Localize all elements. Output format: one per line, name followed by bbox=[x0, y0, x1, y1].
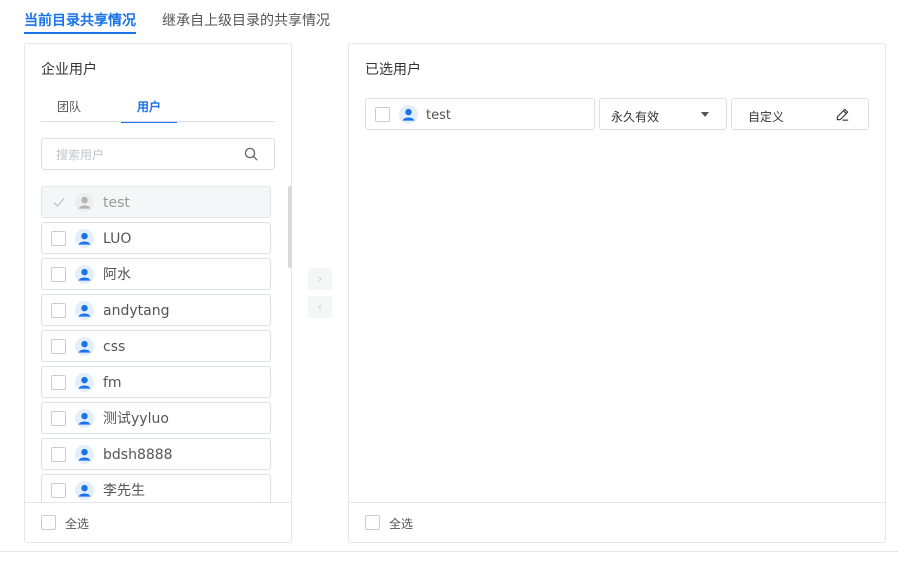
user-name: bdsh8888 bbox=[103, 447, 173, 463]
user-name: 测试yyluo bbox=[103, 411, 169, 427]
user-avatar-icon bbox=[75, 265, 94, 284]
chevron-right-icon: › bbox=[317, 271, 323, 287]
permission-field[interactable]: 自定义 bbox=[731, 98, 869, 130]
panel-title: 已选用户 bbox=[365, 62, 421, 78]
panel-footer: 全选 bbox=[25, 502, 291, 542]
user-name: LUO bbox=[103, 231, 132, 247]
caret-down-icon bbox=[701, 112, 709, 117]
user-avatar-icon bbox=[75, 229, 94, 248]
user-checkbox[interactable] bbox=[51, 303, 66, 318]
permission-value: 自定义 bbox=[748, 110, 785, 124]
user-avatar-icon bbox=[75, 301, 94, 320]
user-name: test bbox=[103, 195, 130, 211]
user-checkbox[interactable] bbox=[51, 339, 66, 354]
user-name: test bbox=[426, 108, 451, 123]
selected-user-checkbox[interactable] bbox=[375, 107, 390, 122]
search-box bbox=[41, 138, 275, 170]
list-item[interactable]: bdsh8888 bbox=[41, 438, 271, 470]
user-checkbox[interactable] bbox=[51, 411, 66, 426]
selected-user-row: test 永久有效 自定义 bbox=[365, 98, 869, 130]
move-left-button[interactable]: ‹ bbox=[308, 296, 332, 318]
user-name: andytang bbox=[103, 303, 170, 319]
list-item[interactable]: 李先生 bbox=[41, 474, 271, 502]
edit-icon[interactable] bbox=[835, 107, 850, 122]
tab-user[interactable]: 用户 bbox=[121, 98, 177, 123]
move-right-button[interactable]: › bbox=[308, 268, 332, 290]
user-avatar-icon bbox=[75, 409, 94, 428]
selected-users-panel: 已选用户 test 永久有效 自定义 全选 bbox=[348, 43, 886, 543]
select-all-label: 全选 bbox=[65, 517, 90, 531]
tab-team[interactable]: 团队 bbox=[41, 98, 97, 122]
check-icon bbox=[53, 198, 65, 207]
user-name: 李先生 bbox=[103, 483, 145, 499]
list-item[interactable]: andytang bbox=[41, 294, 271, 326]
list-item: test bbox=[41, 186, 271, 218]
list-item[interactable]: LUO bbox=[41, 222, 271, 254]
user-checkbox[interactable] bbox=[51, 231, 66, 246]
enterprise-users-panel: 企业用户 团队 用户 test bbox=[24, 43, 292, 543]
divider bbox=[0, 551, 898, 552]
search-input[interactable] bbox=[56, 146, 236, 164]
user-name: css bbox=[103, 339, 126, 355]
select-all-checkbox[interactable] bbox=[365, 515, 380, 530]
panel-title: 企业用户 bbox=[41, 62, 97, 78]
user-checkbox[interactable] bbox=[51, 375, 66, 390]
panel-footer: 全选 bbox=[349, 502, 885, 542]
validity-select[interactable]: 永久有效 bbox=[599, 98, 727, 130]
select-all-checkbox[interactable] bbox=[41, 515, 56, 530]
user-avatar-icon bbox=[75, 445, 94, 464]
user-avatar-icon bbox=[399, 105, 418, 124]
user-avatar-icon bbox=[75, 481, 94, 500]
user-avatar-icon bbox=[75, 373, 94, 392]
tab-inherited[interactable]: 继承自上级目录的共享情况 bbox=[162, 0, 330, 36]
user-type-tabs: 团队 用户 bbox=[41, 96, 275, 123]
user-checkbox[interactable] bbox=[51, 267, 66, 282]
user-name: 阿水 bbox=[103, 267, 131, 283]
share-tabs: 当前目录共享情况 继承自上级目录的共享情况 bbox=[24, 0, 356, 36]
selected-user[interactable]: test bbox=[365, 98, 595, 130]
search-icon[interactable] bbox=[244, 147, 258, 161]
user-list: test LUO 阿水 andytang css fm 测试yyluo bdsh… bbox=[41, 186, 273, 502]
select-all-label: 全选 bbox=[389, 517, 414, 531]
list-item[interactable]: fm bbox=[41, 366, 271, 398]
list-item[interactable]: 测试yyluo bbox=[41, 402, 271, 434]
user-avatar-icon bbox=[75, 193, 94, 212]
user-avatar-icon bbox=[75, 337, 94, 356]
validity-value: 永久有效 bbox=[611, 110, 660, 124]
list-item[interactable]: css bbox=[41, 330, 271, 362]
list-item[interactable]: 阿水 bbox=[41, 258, 271, 290]
tab-current-directory[interactable]: 当前目录共享情况 bbox=[24, 0, 136, 36]
user-checkbox[interactable] bbox=[51, 483, 66, 498]
chevron-left-icon: ‹ bbox=[317, 299, 323, 315]
list-scrollbar[interactable] bbox=[288, 186, 292, 268]
user-checkbox[interactable] bbox=[51, 447, 66, 462]
user-name: fm bbox=[103, 375, 122, 391]
